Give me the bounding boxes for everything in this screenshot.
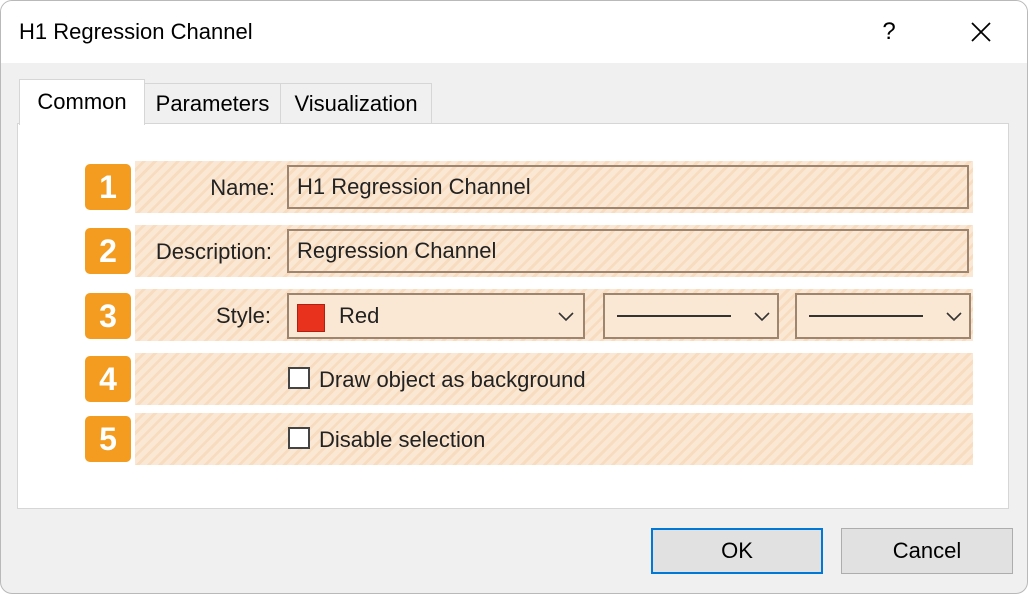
tab-parameters[interactable]: Parameters bbox=[144, 83, 281, 123]
disable-selection-label[interactable]: Disable selection bbox=[319, 427, 485, 453]
help-icon: ? bbox=[882, 18, 896, 45]
dialog-title: H1 Regression Channel bbox=[19, 19, 253, 44]
name-label: Name: bbox=[210, 175, 275, 200]
line-width-select[interactable] bbox=[795, 293, 971, 339]
line-style-sample bbox=[617, 315, 731, 317]
color-select-value: Red bbox=[339, 303, 380, 328]
chevron-down-icon bbox=[946, 312, 962, 322]
title-bar: H1 Regression Channel ? bbox=[1, 1, 1027, 63]
line-style-select[interactable] bbox=[603, 293, 779, 339]
description-label: Description: bbox=[155, 239, 272, 264]
callout-badge-4: 4 bbox=[85, 356, 131, 402]
color-select[interactable]: Red bbox=[287, 293, 585, 339]
disable-selection-checkbox[interactable] bbox=[288, 427, 310, 449]
color-swatch bbox=[297, 304, 325, 332]
selection-row bbox=[135, 413, 973, 465]
style-label: Style: bbox=[215, 303, 271, 328]
tab-common[interactable]: Common bbox=[19, 79, 145, 125]
callout-badge-2: 2 bbox=[85, 228, 131, 274]
chevron-down-icon bbox=[754, 312, 770, 322]
close-icon bbox=[971, 22, 991, 42]
callout-badge-5: 5 bbox=[85, 416, 131, 462]
tab-visualization[interactable]: Visualization bbox=[280, 83, 432, 123]
chevron-down-icon bbox=[558, 312, 574, 322]
cancel-button[interactable]: Cancel bbox=[841, 528, 1013, 574]
line-width-sample bbox=[809, 315, 923, 317]
dialog-window: H1 Regression Channel ? Common Parameter… bbox=[0, 0, 1028, 594]
draw-as-background-checkbox[interactable] bbox=[288, 367, 310, 389]
description-field[interactable]: Regression Channel bbox=[287, 229, 969, 273]
help-button[interactable]: ? bbox=[865, 13, 913, 51]
name-field[interactable]: H1 Regression Channel bbox=[287, 165, 969, 209]
callout-badge-1: 1 bbox=[85, 164, 131, 210]
close-button[interactable] bbox=[957, 13, 1005, 51]
draw-as-background-label[interactable]: Draw object as background bbox=[319, 367, 586, 393]
ok-button[interactable]: OK bbox=[651, 528, 823, 574]
callout-badge-3: 3 bbox=[85, 293, 131, 339]
